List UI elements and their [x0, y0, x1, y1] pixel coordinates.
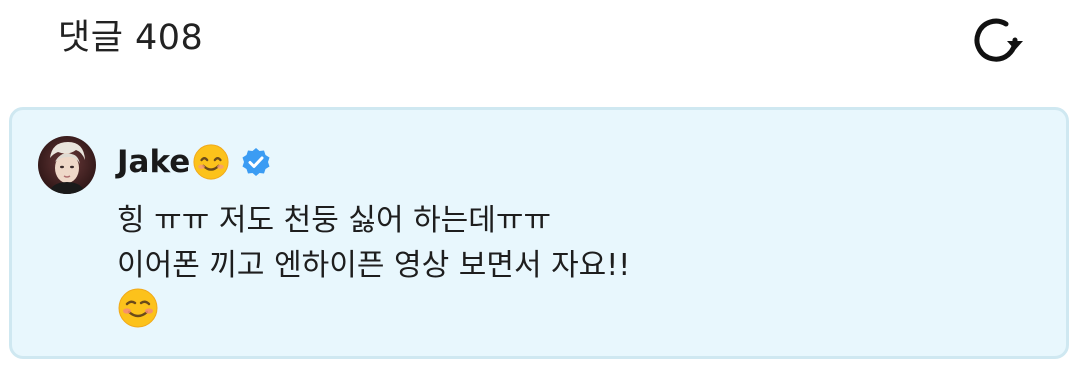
- blushing-smile-icon: [118, 288, 158, 328]
- comments-header: 댓글 408: [0, 0, 1075, 80]
- avatar-image: [38, 136, 96, 194]
- author-name[interactable]: Jake: [117, 142, 190, 182]
- comment-card: Jake 힝 ㅠㅠ 저도 천둥 싫어 하는데ㅠㅠ 이어폰 끼고 엔하이픈 영상 …: [9, 107, 1069, 359]
- comment-line: 힝 ㅠㅠ 저도 천둥 싫어 하는데ㅠㅠ: [117, 203, 552, 238]
- comment-body: 힝 ㅠㅠ 저도 천둥 싫어 하는데ㅠㅠ 이어폰 끼고 엔하이픈 영상 보면서 자…: [117, 198, 630, 288]
- refresh-button[interactable]: [964, 12, 1028, 68]
- comments-count-title: 댓글 408: [58, 18, 204, 58]
- avatar[interactable]: [38, 136, 96, 194]
- smiling-face-icon: [193, 144, 229, 180]
- verified-badge-icon: [242, 148, 270, 176]
- refresh-icon: [974, 18, 1023, 62]
- comment-line: 이어폰 끼고 엔하이픈 영상 보면서 자요!!: [117, 248, 631, 283]
- author-row: Jake: [117, 140, 272, 184]
